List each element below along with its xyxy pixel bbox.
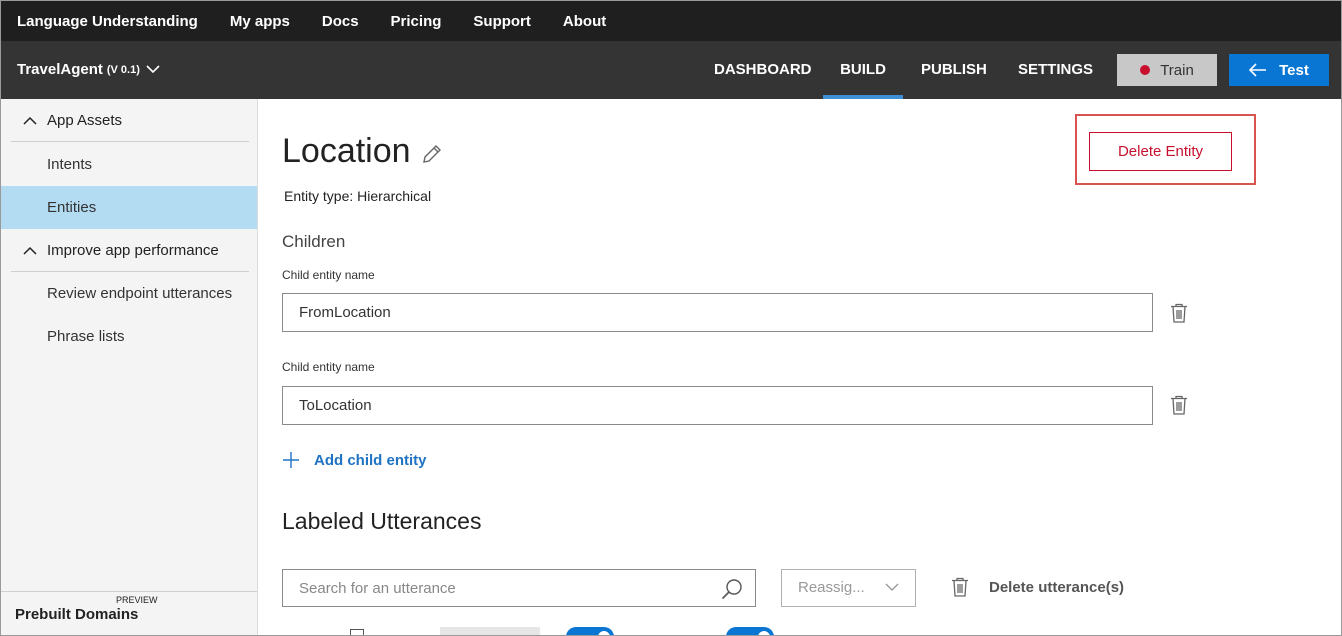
filter-checkbox[interactable] xyxy=(350,629,364,635)
sidebar-item-intents[interactable]: Intents xyxy=(1,143,257,186)
chevron-up-icon xyxy=(23,116,37,125)
nav-pricing[interactable]: Pricing xyxy=(391,13,442,30)
chevron-down-icon xyxy=(146,65,160,74)
reassign-dropdown[interactable]: Reassig... xyxy=(781,569,916,607)
sidebar: App Assets Intents Entities Improve app … xyxy=(1,99,258,635)
trash-icon xyxy=(952,577,968,597)
sidebar-section-label: App Assets xyxy=(47,111,123,129)
tab-publish[interactable]: PUBLISH xyxy=(921,41,987,99)
entities-view-toggle[interactable] xyxy=(566,627,614,635)
nav-language-understanding[interactable]: Language Understanding xyxy=(17,13,198,30)
add-child-entity-label: Add child entity xyxy=(314,451,427,469)
sidebar-item-phrase-lists[interactable]: Phrase lists xyxy=(1,315,257,358)
test-button[interactable]: Test xyxy=(1229,54,1329,86)
tab-settings[interactable]: SETTINGS xyxy=(1018,41,1093,99)
sidebar-item-review-endpoint-utterances[interactable]: Review endpoint utterances xyxy=(1,272,257,315)
nav-my-apps[interactable]: My apps xyxy=(230,13,290,30)
children-heading: Children xyxy=(282,232,346,251)
sidebar-section-improve-performance[interactable]: Improve app performance xyxy=(11,229,249,272)
chevron-down-icon xyxy=(885,583,899,591)
entity-name: Location xyxy=(282,132,411,170)
app-name: TravelAgent xyxy=(17,61,103,78)
labeled-utterances-heading: Labeled Utterances xyxy=(282,508,482,534)
add-child-entity-button[interactable]: Add child entity xyxy=(282,451,427,469)
test-label: Test xyxy=(1279,61,1309,79)
nav-support[interactable]: Support xyxy=(473,13,531,30)
child-entity-label: Child entity name xyxy=(282,268,375,282)
sidebar-section-label: Improve app performance xyxy=(47,241,219,259)
child-entity-label: Child entity name xyxy=(282,360,375,374)
tab-dashboard[interactable]: DASHBOARD xyxy=(714,41,812,99)
tab-build[interactable]: BUILD xyxy=(823,41,903,99)
app-version: (V 0.1) xyxy=(106,63,140,76)
train-status-dot-icon xyxy=(1140,65,1151,75)
entity-type: Entity type: Hierarchical xyxy=(284,188,432,204)
preview-badge: PREVIEW xyxy=(116,595,158,605)
train-label: Train xyxy=(1160,61,1194,79)
sidebar-section-app-assets[interactable]: App Assets xyxy=(11,99,249,142)
delete-utterances-label: Delete utterance(s) xyxy=(989,578,1125,596)
app-bar: TravelAgent (V 0.1) DASHBOARD BUILD PUBL… xyxy=(1,41,1341,99)
chevron-up-icon xyxy=(23,246,37,255)
sidebar-prebuilt-domains[interactable]: PREVIEW Prebuilt Domains xyxy=(1,591,257,635)
train-button[interactable]: Train xyxy=(1117,54,1217,86)
prebuilt-domains-label: Prebuilt Domains xyxy=(15,606,139,623)
delete-utterances-button[interactable]: Delete utterance(s) xyxy=(951,577,1124,597)
nav-docs[interactable]: Docs xyxy=(322,13,359,30)
arrow-left-icon xyxy=(1249,63,1267,77)
trash-icon[interactable] xyxy=(1170,395,1188,415)
filter-row-partial xyxy=(282,627,982,635)
child-entity-input-tolocation[interactable] xyxy=(282,386,1153,425)
entity-title: Location xyxy=(282,132,443,171)
fuzzy-search-toggle[interactable] xyxy=(726,627,774,635)
plus-icon xyxy=(283,452,299,468)
top-nav: Language Understanding My apps Docs Pric… xyxy=(1,1,1341,41)
search-icon[interactable] xyxy=(721,578,743,600)
reassign-label: Reassig... xyxy=(798,579,865,596)
child-entity-input-fromlocation[interactable] xyxy=(282,293,1153,332)
entities-filter-pill[interactable] xyxy=(440,627,540,635)
delete-entity-button[interactable]: Delete Entity xyxy=(1089,132,1232,171)
luis-window: Language Understanding My apps Docs Pric… xyxy=(0,0,1342,636)
utterance-search xyxy=(282,569,756,607)
sidebar-item-entities[interactable]: Entities xyxy=(1,186,257,229)
search-input[interactable] xyxy=(283,570,703,606)
app-selector[interactable]: TravelAgent (V 0.1) xyxy=(17,61,160,78)
nav-about[interactable]: About xyxy=(563,13,606,30)
trash-icon[interactable] xyxy=(1170,303,1188,323)
pencil-icon[interactable] xyxy=(421,143,443,165)
